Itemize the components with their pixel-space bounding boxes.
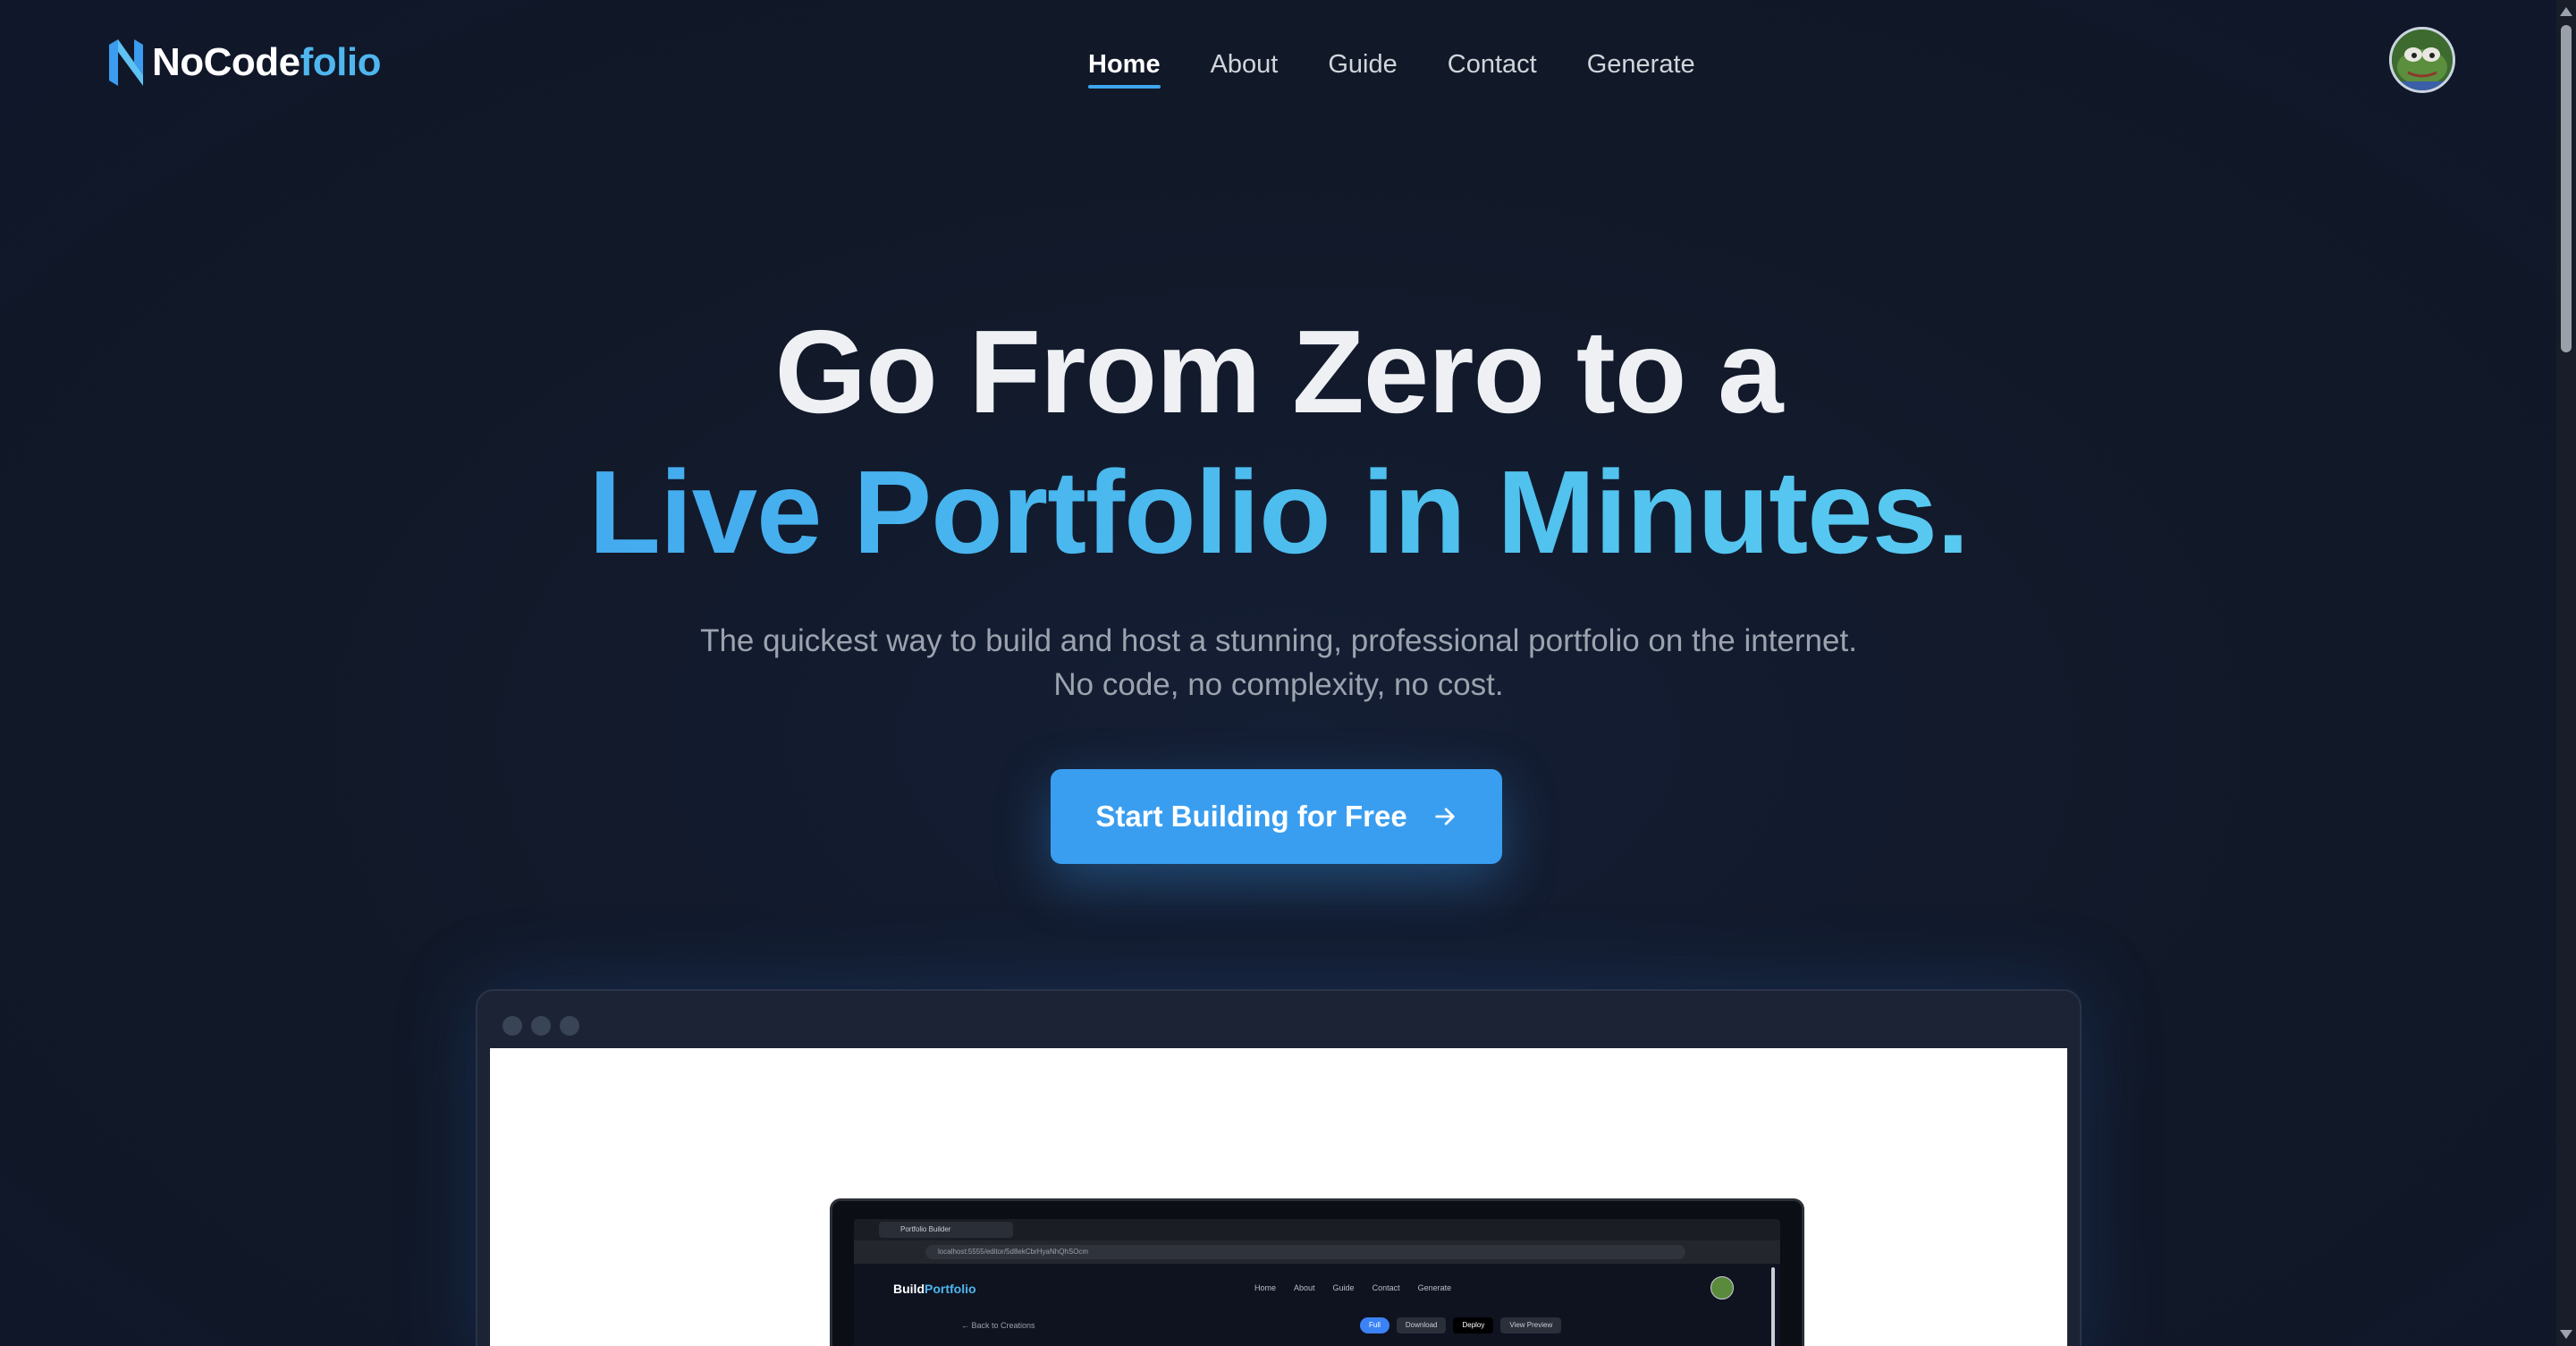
preview-nav-item: Guide [1332, 1283, 1355, 1292]
window-controls [503, 1016, 579, 1036]
hero-subtitle-line1: The quickest way to build and host a stu… [700, 623, 1857, 658]
preview-actions: Full Download Deploy View Preview [1360, 1317, 1562, 1333]
preview-view-button: View Preview [1500, 1317, 1562, 1333]
preview-avatar [1710, 1276, 1734, 1299]
preview-full-toggle: Full [1360, 1317, 1389, 1333]
preview-back-link: ← Back to Creations [961, 1321, 1035, 1330]
preview-window: Portfolio Builder localhost:5555/editor/… [476, 989, 2082, 1346]
main-nav: Home About Guide Contact Generate [1088, 45, 1745, 89]
preview-address-bar: localhost:5555/editor/5d8ekCbrHyaNhQhSOc… [854, 1240, 1780, 1264]
preview-scrollbar [1771, 1267, 1775, 1346]
preview-brand: BuildPortfolio [893, 1282, 976, 1296]
preview-download-button: Download [1396, 1317, 1447, 1333]
scroll-down-icon[interactable] [2560, 1330, 2572, 1339]
preview-nav-item: Generate [1417, 1283, 1452, 1292]
brand-name-primary: NoCode [152, 40, 300, 84]
nav-contact[interactable]: Contact [1448, 50, 1537, 80]
preview-screen: Portfolio Builder localhost:5555/editor/… [490, 1048, 2067, 1346]
hero-subtitle-line2: No code, no complexity, no cost. [1053, 667, 1504, 702]
preview-deploy-button: Deploy [1453, 1317, 1494, 1333]
brand-name-accent: folio [300, 40, 382, 84]
start-building-label: Start Building for Free [1095, 800, 1407, 833]
brand-name: NoCodefolio [152, 40, 382, 85]
scroll-thumb[interactable] [2561, 25, 2572, 352]
window-dot-icon [531, 1016, 551, 1036]
logo-mark-icon [109, 39, 143, 86]
brand-logo[interactable]: NoCodefolio [109, 38, 382, 88]
hero-heading-line2: Live Portfolio in Minutes. [0, 444, 2557, 580]
preview-nav-item: About [1294, 1283, 1315, 1292]
start-building-button[interactable]: Start Building for Free [1051, 769, 1502, 864]
avatar-frog-icon [2392, 30, 2453, 90]
preview-tab-bar: Portfolio Builder [854, 1219, 1780, 1240]
landing-page: NoCodefolio Home About Guide Contact Gen… [0, 0, 2576, 1346]
site-header: NoCodefolio Home About Guide Contact Gen… [0, 0, 2557, 125]
preview-screenshot: Portfolio Builder localhost:5555/editor/… [830, 1198, 1804, 1346]
preview-tab: Portfolio Builder [879, 1222, 1013, 1238]
nav-home[interactable]: Home [1088, 50, 1161, 89]
nav-about[interactable]: About [1211, 50, 1279, 80]
window-dot-icon [503, 1016, 522, 1036]
hero-heading-line1: Go From Zero to a [774, 306, 1783, 437]
preview-nav-item: Home [1254, 1283, 1277, 1292]
preview-brand-accent: Portfolio [925, 1282, 976, 1296]
user-avatar[interactable] [2389, 27, 2455, 93]
scroll-up-icon[interactable] [2560, 7, 2572, 16]
preview-nav-item: Contact [1372, 1283, 1400, 1292]
nav-generate[interactable]: Generate [1587, 50, 1695, 80]
arrow-right-icon [1434, 808, 1455, 825]
preview-brand-primary: Build [893, 1282, 925, 1296]
preview-nav: Home About Guide Contact Generate [1254, 1283, 1451, 1292]
page-scrollbar[interactable] [2556, 0, 2576, 1346]
nav-guide[interactable]: Guide [1328, 50, 1397, 80]
preview-url: localhost:5555/editor/5d8ekCbrHyaNhQhSOc… [925, 1245, 1685, 1259]
window-dot-icon [560, 1016, 579, 1036]
preview-page: BuildPortfolio Home About Guide Contact … [854, 1264, 1780, 1346]
